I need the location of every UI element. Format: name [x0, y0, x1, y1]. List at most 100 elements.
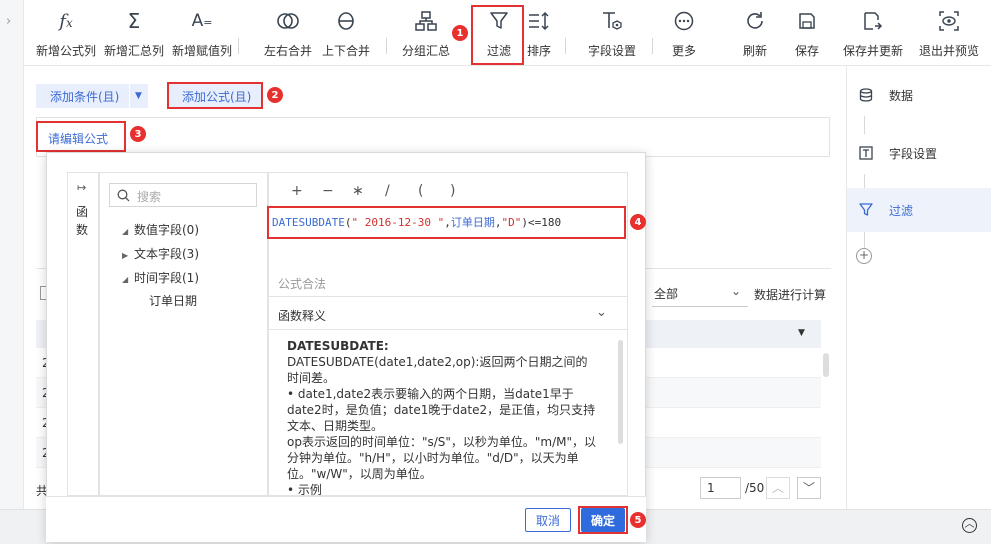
search-icon — [117, 189, 130, 202]
merge-up-down-button[interactable]: 上下合并 — [318, 8, 374, 64]
toolbar-label: 保存 — [794, 44, 819, 58]
step-field-settings[interactable]: 字段设置 — [847, 131, 991, 175]
toolbar-label: 上下合并 — [321, 44, 370, 58]
scope-select[interactable]: 全部 — [654, 285, 678, 302]
step-label: 字段设置 — [889, 146, 938, 161]
operator-divide-button[interactable]: / — [385, 183, 390, 199]
doc-function-name: DATESUBDATE: — [287, 339, 389, 353]
save-button[interactable]: 保存 — [789, 8, 825, 64]
toolbar-label: 刷新 — [742, 44, 767, 58]
annotation-badge-3: 3 — [130, 126, 146, 142]
page-number-input[interactable]: 1 — [700, 477, 741, 499]
add-condition-label: 添加条件(且) — [50, 89, 120, 104]
function-side-tab[interactable]: ↦ 函数 — [67, 172, 99, 496]
page-total: /50 — [745, 481, 765, 495]
add-summary-column-button[interactable]: Σ 新增汇总列 — [102, 8, 166, 64]
operator-minus-button[interactable]: − — [322, 183, 334, 199]
doc-scrollbar[interactable] — [618, 340, 623, 444]
tree-leaf-order-date[interactable]: 订单日期 — [149, 292, 197, 309]
tree-label: 文本字段(3) — [134, 247, 199, 261]
tree-node-text[interactable]: ▶ 文本字段(3) — [122, 245, 199, 262]
left-collapsed-strip: › — [0, 0, 24, 544]
operator-close-paren-button[interactable]: ) — [450, 183, 455, 199]
function-doc-title[interactable]: 函数释义 — [278, 307, 326, 324]
search-input[interactable]: 搜索 — [109, 183, 257, 207]
right-step-panel: 数据 字段设置 过滤 + — [846, 66, 991, 509]
operator-plus-button[interactable]: + — [291, 183, 303, 199]
more-button[interactable]: 更多 — [664, 8, 704, 64]
toolbar-label: 分组汇总 — [401, 44, 450, 58]
toolbar-label: 新增汇总列 — [103, 44, 164, 58]
merge-ud-icon — [333, 8, 359, 34]
save-and-update-button[interactable]: 保存并更新 — [841, 8, 905, 64]
merge-left-right-button[interactable]: 左右合并 — [260, 8, 316, 64]
toolbar-label: 新增公式列 — [36, 44, 97, 58]
select-underline — [652, 306, 748, 307]
tree-node-time[interactable]: ◢ 时间字段(1) — [122, 269, 199, 286]
doc-paragraph: • date1,date2表示要输入的两个日期，当date1早于date2时，是… — [287, 387, 596, 433]
add-condition-dropdown[interactable]: ▼ — [130, 84, 148, 108]
collapsed-triangle-icon: ◢ — [122, 227, 129, 236]
step-connector — [864, 232, 865, 248]
refresh-button[interactable]: 刷新 — [735, 8, 775, 64]
group-summary-button[interactable]: 分组汇总 — [398, 8, 454, 64]
operator-multiply-button[interactable]: ∗ — [352, 183, 364, 199]
annotation-badge-2: 2 — [267, 87, 283, 103]
calc-label: 数据进行计算 — [754, 288, 827, 302]
toolbar-label: 保存并更新 — [842, 44, 903, 58]
expand-chevron-icon[interactable]: › — [6, 14, 11, 29]
chevron-down-icon[interactable]: ⌄ — [731, 284, 741, 298]
add-step-button[interactable]: + — [856, 248, 872, 264]
exit-and-preview-button[interactable]: 退出并预览 — [917, 8, 981, 64]
save-update-icon — [860, 8, 886, 34]
add-assign-column-button[interactable]: A= 新增赋值列 — [170, 8, 234, 64]
step-filter[interactable]: 过滤 — [847, 188, 991, 232]
annotation-box-3 — [36, 121, 126, 152]
refresh-icon — [742, 8, 768, 34]
caret-down-icon: ▼ — [135, 91, 142, 101]
annotation-box-5 — [578, 506, 628, 534]
annotation-box-1 — [471, 5, 524, 65]
collapsed-triangle-icon: ▶ — [122, 251, 129, 260]
table-scrollbar[interactable] — [823, 353, 829, 377]
toolbar-divider — [565, 38, 566, 54]
tree-label: 时间字段(1) — [134, 271, 199, 285]
toolbar-divider — [652, 38, 653, 54]
expanded-triangle-icon: ◢ — [122, 275, 129, 284]
step-label: 数据 — [889, 88, 914, 103]
tree-node-numeric[interactable]: ◢ 数值字段(0) — [122, 221, 199, 238]
collapse-up-icon[interactable]: ︿ — [962, 518, 977, 533]
cancel-button[interactable]: 取消 — [525, 508, 571, 532]
toolbar-label: 字段设置 — [587, 44, 636, 58]
annotation-box-4 — [267, 206, 626, 239]
more-icon — [671, 8, 697, 34]
collapse-arrow-icon: ↦ — [77, 181, 87, 194]
toolbar-label: 新增赋值列 — [171, 44, 232, 58]
function-doc-body: DATESUBDATE: DATESUBDATE(date1,date2,op)… — [287, 338, 597, 498]
page-up-button[interactable]: ︿ — [766, 477, 790, 499]
group-icon — [413, 8, 439, 34]
column-dropdown-icon[interactable]: ▼ — [798, 328, 805, 338]
toolbar-label: 左右合并 — [263, 44, 312, 58]
toolbar-label: 排序 — [526, 44, 551, 58]
fx-icon: fx — [59, 10, 73, 32]
toolbar-divider — [386, 38, 387, 54]
filter-icon — [859, 203, 875, 217]
operator-open-paren-button[interactable]: ( — [418, 183, 423, 199]
save-icon — [794, 8, 820, 34]
sort-button[interactable]: 排序 — [524, 8, 554, 64]
sort-icon — [526, 8, 552, 34]
page-down-button[interactable]: ﹀ — [797, 477, 821, 499]
add-formula-column-button[interactable]: fx 新增公式列 — [36, 8, 96, 64]
formula-validity: 公式合法 — [278, 277, 327, 291]
add-condition-button[interactable]: 添加条件(且) — [36, 84, 129, 108]
annotation-badge-4: 4 — [630, 214, 646, 230]
divider — [268, 296, 628, 297]
step-data[interactable]: 数据 — [847, 73, 991, 117]
chevron-down-icon[interactable]: ⌄ — [596, 305, 607, 320]
field-settings-button[interactable]: 字段设置 — [582, 8, 642, 64]
field-settings-icon — [599, 8, 625, 34]
divider — [268, 329, 628, 330]
sigma-icon: Σ — [127, 9, 141, 33]
function-tab-label: 函数 — [76, 205, 89, 237]
